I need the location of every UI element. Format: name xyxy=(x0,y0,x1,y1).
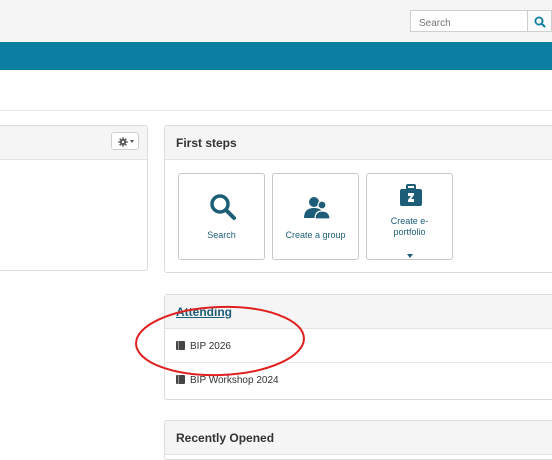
left-panel xyxy=(0,125,148,271)
create-portfolio-tile[interactable]: Create e- portfolio xyxy=(366,173,453,260)
course-name: BIP Workshop 2024 xyxy=(190,375,279,386)
search-input[interactable] xyxy=(410,10,528,32)
attending-header: Attending xyxy=(165,295,552,329)
search-icon xyxy=(534,16,546,28)
settings-dropdown-button[interactable] xyxy=(111,132,139,150)
magnifier-icon xyxy=(210,194,236,220)
search-tile-label: Search xyxy=(207,230,236,240)
caret-down-icon xyxy=(407,254,413,258)
create-group-tile[interactable]: Create a group xyxy=(272,173,359,260)
list-item[interactable]: BIP 2026 xyxy=(165,329,552,363)
create-group-tile-label: Create a group xyxy=(285,230,346,240)
book-icon xyxy=(176,375,185,384)
gear-icon xyxy=(118,137,128,147)
search-tile[interactable]: Search xyxy=(178,173,265,260)
recently-opened-panel: Recently Opened xyxy=(164,420,552,460)
divider xyxy=(0,110,552,111)
top-bar xyxy=(0,0,552,42)
create-portfolio-label-line1: Create e- xyxy=(390,216,429,226)
portfolio-icon xyxy=(400,184,422,206)
navigation-band xyxy=(0,42,552,70)
recently-opened-title: Recently Opened xyxy=(165,421,552,455)
first-steps-title: First steps xyxy=(165,126,552,160)
first-steps-panel: First steps Search Create a group Create… xyxy=(164,125,552,273)
group-icon xyxy=(304,197,331,220)
caret-down-icon xyxy=(130,140,134,143)
attending-link[interactable]: Attending xyxy=(176,305,232,319)
course-name: BIP 2026 xyxy=(190,341,231,352)
search-button[interactable] xyxy=(528,10,552,32)
book-icon xyxy=(176,341,185,350)
list-item[interactable]: BIP Workshop 2024 xyxy=(165,363,552,397)
create-portfolio-label-line2: portfolio xyxy=(393,227,426,237)
attending-panel: Attending BIP 2026 BIP Workshop 2024 xyxy=(164,294,552,400)
